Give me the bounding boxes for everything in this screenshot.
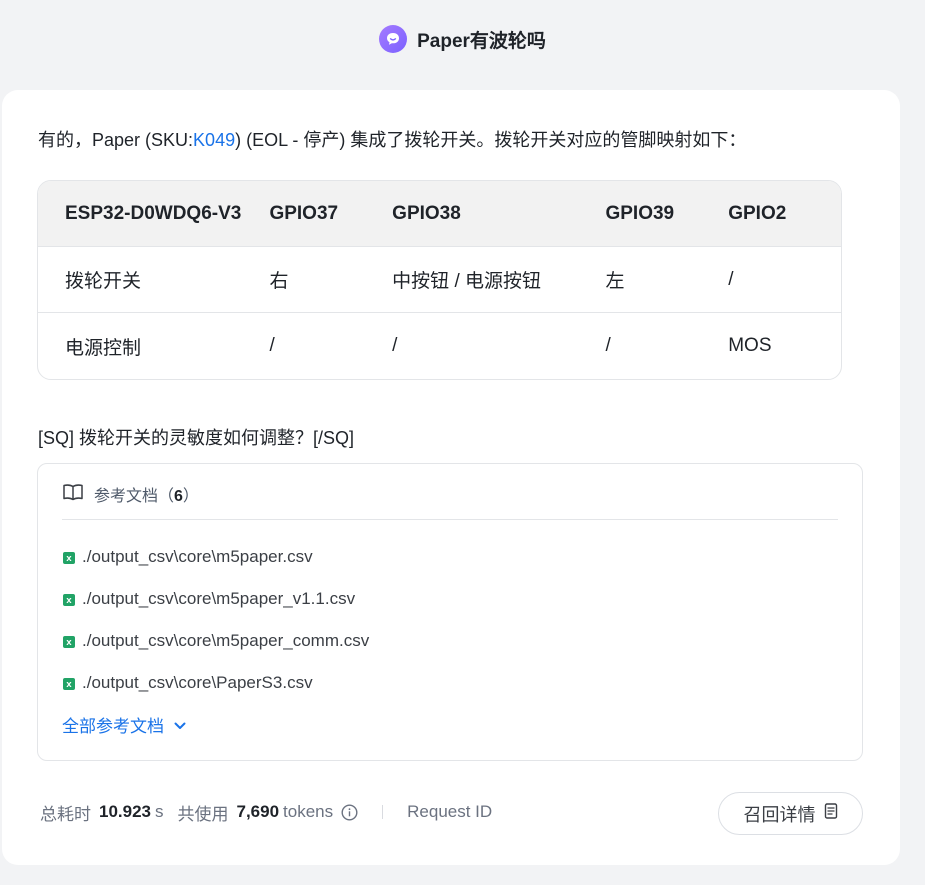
table-cell: /	[605, 335, 611, 356]
references-title-close: ）	[182, 488, 199, 505]
chevron-down-icon	[174, 715, 186, 735]
table-cell: 中按钮 / 电源按钮	[392, 247, 606, 313]
references-header: 参考文档（6）	[62, 482, 199, 506]
table-header-cell: GPIO38	[392, 181, 606, 247]
reference-item[interactable]: X ./output_csv\core\m5paper_comm.csv	[62, 620, 369, 662]
references-list: X ./output_csv\core\m5paper.csv X ./outp…	[62, 536, 369, 704]
references-title-text: 参考文档（	[94, 488, 175, 505]
table-cell: /	[392, 335, 398, 356]
stats-divider	[382, 805, 384, 819]
info-icon[interactable]	[341, 803, 358, 821]
book-icon	[62, 483, 84, 506]
question-text: Paper有波轮吗	[417, 30, 546, 52]
time-value: 10.923	[99, 802, 151, 821]
references-divider	[62, 519, 838, 520]
request-id-label[interactable]: Request ID	[407, 802, 492, 822]
svg-text:X: X	[66, 639, 72, 647]
reference-path: ./output_csv\core\PaperS3.csv	[82, 673, 313, 692]
tokens-value: 7,690	[236, 802, 280, 821]
excel-file-icon: X	[62, 550, 76, 564]
pin-mapping-table: ESP32-D0WDQ6-V3 GPIO37 GPIO38 GPIO39 GPI…	[37, 180, 842, 380]
table-cell: 拨轮开关	[38, 247, 270, 313]
follow-up-question: [SQ] 拨轮开关的灵敏度如何调整？[/SQ]	[38, 428, 355, 448]
table-cell: /	[728, 247, 841, 313]
table-header-cell: ESP32-D0WDQ6-V3	[38, 181, 270, 247]
table-cell: 右	[269, 247, 393, 313]
references-title: 参考文档（6）	[94, 482, 199, 506]
tokens-unit: tokens	[283, 802, 334, 821]
recall-details-label: 召回详情	[743, 804, 816, 825]
table-row: 电源控制 / / / MOS	[38, 313, 841, 379]
table-cell: 电源控制	[65, 337, 142, 359]
tokens-label: 共使用	[177, 804, 229, 824]
table-cell: /	[269, 335, 275, 356]
svg-text:X: X	[66, 681, 72, 689]
answer-intro: 有的，Paper (SKU:K049) (EOL - 停产) 集成了拨轮开关。拨…	[38, 126, 746, 152]
table-cell: 左	[605, 247, 729, 313]
table-header-cell: GPIO2	[728, 181, 841, 247]
time-label: 总耗时	[40, 804, 91, 824]
reference-path: ./output_csv\core\m5paper.csv	[82, 547, 313, 566]
usage-stats: 总耗时 10.923 s 共使用 7,690 tokens Request ID	[40, 800, 492, 824]
excel-file-icon: X	[62, 676, 76, 690]
reference-item[interactable]: X ./output_csv\core\m5paper_v1.1.csv	[62, 578, 369, 620]
excel-file-icon: X	[62, 634, 76, 648]
document-icon	[824, 803, 838, 824]
table-header-cell: GPIO37	[269, 181, 393, 247]
table-header-cell: GPIO39	[605, 181, 729, 247]
time-unit: s	[155, 802, 164, 821]
references-panel: 参考文档（6） X ./output_csv\core\m5paper.csv …	[37, 463, 863, 761]
all-references-toggle[interactable]: 全部参考文档	[62, 712, 186, 737]
table-header-row: ESP32-D0WDQ6-V3 GPIO37 GPIO38 GPIO39 GPI…	[38, 181, 841, 247]
excel-file-icon: X	[62, 592, 76, 606]
all-references-label: 全部参考文档	[62, 717, 164, 736]
reference-path: ./output_csv\core\m5paper_comm.csv	[82, 631, 370, 650]
sku-link[interactable]: K049	[193, 130, 235, 150]
references-count: 6	[174, 488, 183, 505]
svg-text:X: X	[66, 555, 72, 563]
answer-card: 有的，Paper (SKU:K049) (EOL - 停产) 集成了拨轮开关。拨…	[2, 90, 900, 865]
svg-text:X: X	[66, 597, 72, 605]
table-cell: MOS	[728, 335, 772, 356]
intro-text-after: ) (EOL - 停产) 集成了拨轮开关。拨轮开关对应的管脚映射如下：	[235, 130, 747, 150]
recall-details-button[interactable]: 召回详情	[718, 792, 863, 835]
question-bar: Paper有波轮吗	[0, 24, 925, 54]
reference-item[interactable]: X ./output_csv\core\m5paper.csv	[62, 536, 369, 578]
intro-text-before: 有的，Paper (SKU:	[38, 130, 194, 150]
chat-bubble-icon	[379, 25, 408, 53]
reference-item[interactable]: X ./output_csv\core\PaperS3.csv	[62, 662, 369, 704]
table-row: 拨轮开关 右 中按钮 / 电源按钮 左 /	[38, 247, 841, 313]
reference-path: ./output_csv\core\m5paper_v1.1.csv	[82, 589, 356, 608]
